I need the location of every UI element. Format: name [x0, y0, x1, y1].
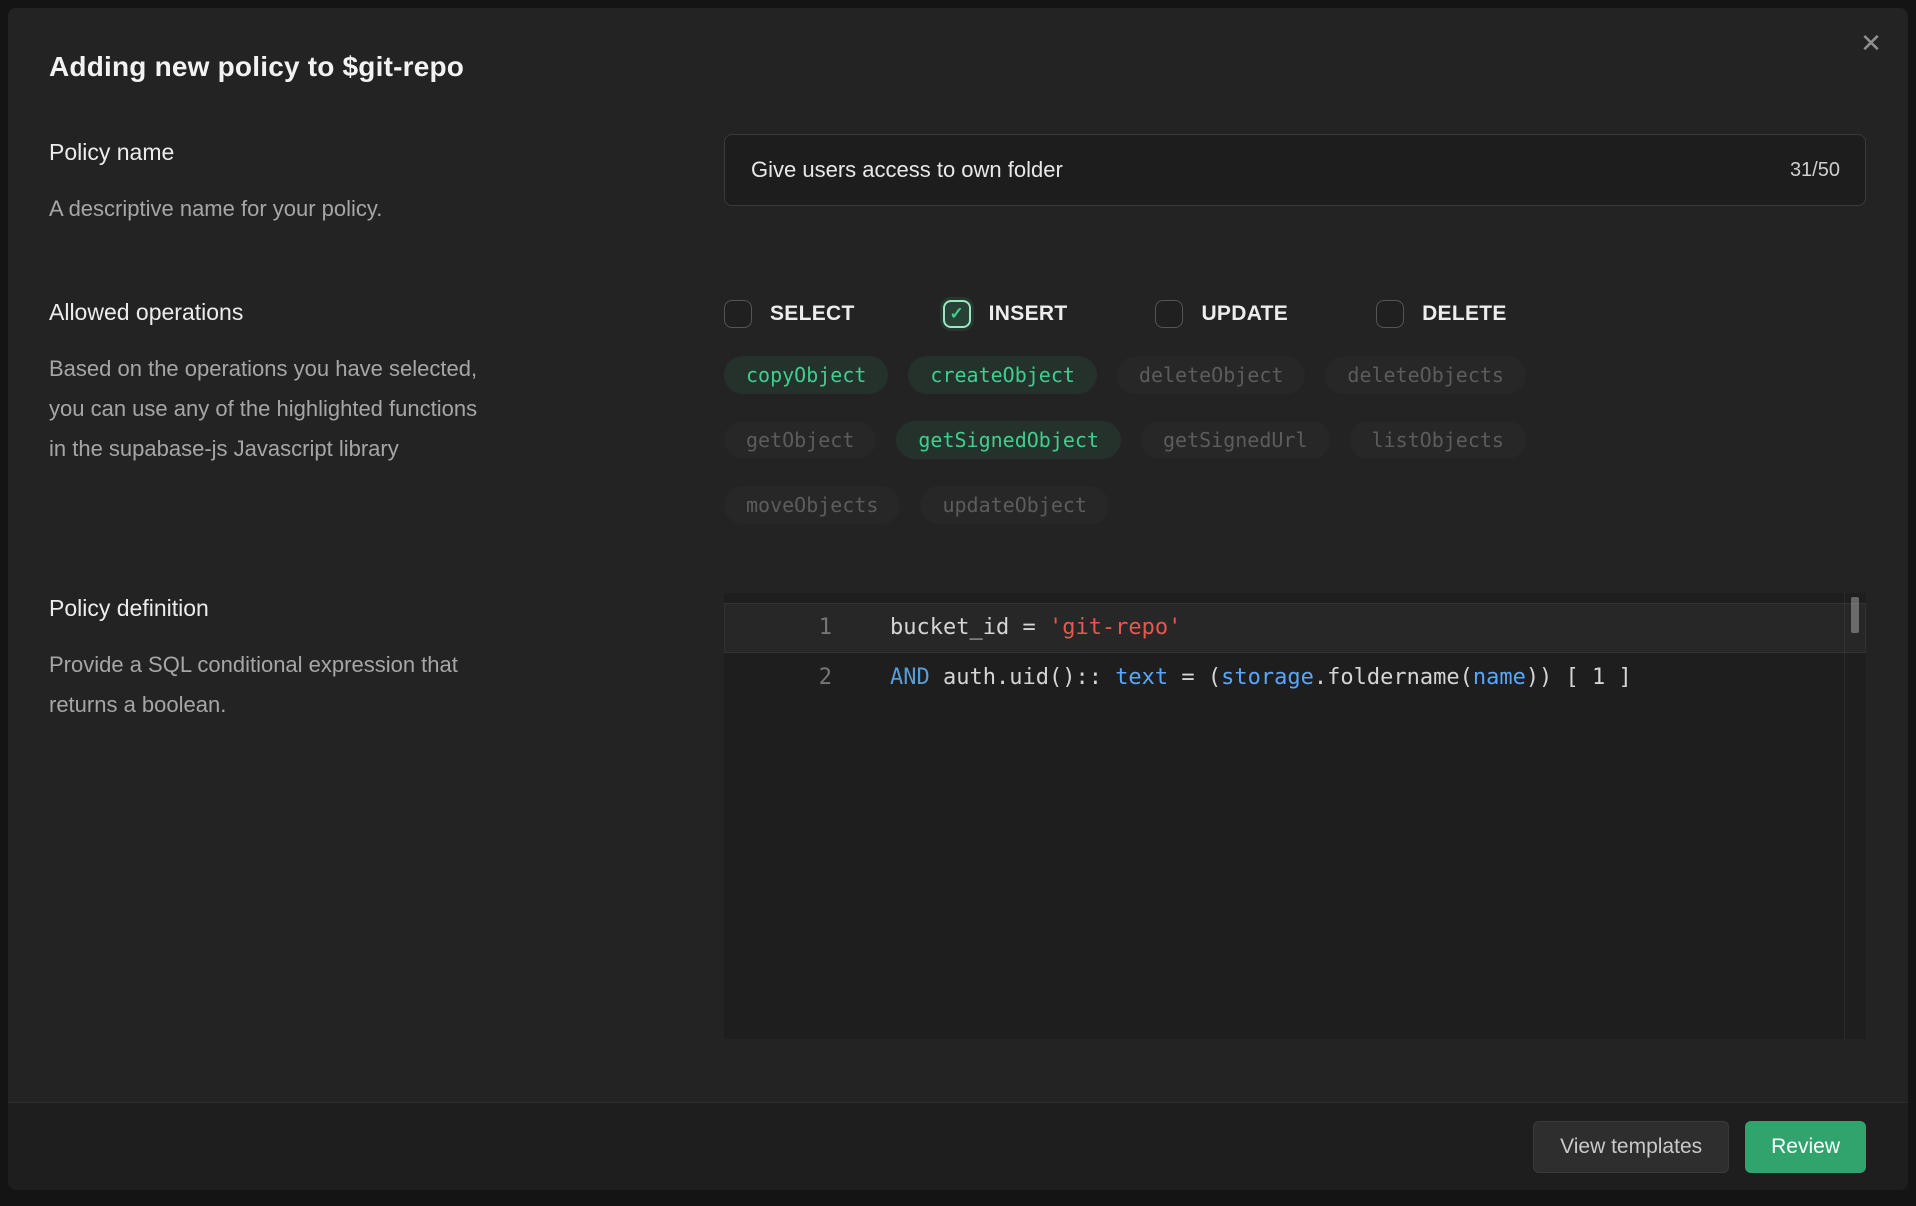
policy-name-label: Policy name: [49, 137, 549, 167]
policy-definition-editor[interactable]: 1 bucket_id = 'git-repo'2 AND auth.uid()::…: [724, 593, 1866, 1039]
allowed-operations-description: Based on the operations you have selecte…: [49, 349, 549, 469]
checkbox-icon[interactable]: [1376, 300, 1404, 328]
function-pill: updateObject: [920, 486, 1109, 524]
dialog-title: Adding new policy to $git-repo: [49, 50, 464, 84]
line-number: 2: [724, 653, 832, 703]
pill-row: moveObjects updateObject: [724, 486, 1526, 524]
policy-definition-description: Provide a SQL conditional expression tha…: [49, 645, 549, 725]
function-pill: getSignedObject: [896, 421, 1121, 459]
operation-option-insert[interactable]: INSERT: [943, 300, 1068, 328]
operation-option-update[interactable]: UPDATE: [1155, 300, 1288, 328]
close-icon[interactable]: ✕: [1852, 24, 1890, 62]
operation-label: DELETE: [1422, 302, 1507, 326]
allowed-operations-label: Allowed operations: [49, 297, 549, 327]
function-pill: getObject: [724, 421, 876, 459]
pill-row: copyObject createObject deleteObject del…: [724, 356, 1526, 394]
operation-option-select[interactable]: SELECT: [724, 300, 855, 328]
line-number: 1: [724, 603, 832, 653]
policy-name-input-wrap: 31/50: [724, 134, 1866, 206]
code-content: AND auth.uid():: text = (storage.foldern…: [890, 653, 1632, 703]
operation-label: UPDATE: [1201, 302, 1288, 326]
allowed-operations-section: Allowed operations Based on the operatio…: [49, 297, 549, 469]
policy-definition-label: Policy definition: [49, 593, 549, 623]
function-pill: moveObjects: [724, 486, 900, 524]
function-pill: deleteObject: [1117, 356, 1306, 394]
checkbox-checked-icon[interactable]: [943, 300, 971, 328]
function-pill: createObject: [908, 356, 1097, 394]
dialog-footer: View templates Review: [8, 1102, 1908, 1190]
operation-label: INSERT: [989, 302, 1068, 326]
policy-name-input[interactable]: [724, 134, 1866, 206]
editor-scrollbar[interactable]: [1844, 593, 1866, 1039]
checkbox-icon[interactable]: [724, 300, 752, 328]
char-counter: 31/50: [1790, 134, 1840, 206]
operation-label: SELECT: [770, 302, 855, 326]
operations-checkbox-row: SELECT INSERT UPDATE DELETE: [724, 300, 1507, 328]
checkbox-icon[interactable]: [1155, 300, 1183, 328]
policy-definition-section: Policy definition Provide a SQL conditio…: [49, 593, 549, 725]
policy-name-description: A descriptive name for your policy.: [49, 189, 549, 229]
function-pill: deleteObjects: [1325, 356, 1526, 394]
editor-scrollbar-thumb[interactable]: [1851, 597, 1859, 633]
code-line[interactable]: 1 bucket_id = 'git-repo': [724, 603, 1866, 653]
function-pill: getSignedUrl: [1141, 421, 1330, 459]
code-content: bucket_id = 'git-repo': [890, 603, 1181, 653]
function-pill: copyObject: [724, 356, 888, 394]
view-templates-button[interactable]: View templates: [1533, 1121, 1729, 1173]
pill-row: getObject getSignedObject getSignedUrl l…: [724, 421, 1526, 459]
review-button[interactable]: Review: [1745, 1121, 1866, 1173]
operation-option-delete[interactable]: DELETE: [1376, 300, 1507, 328]
code-line[interactable]: 2 AND auth.uid():: text = (storage.folder…: [724, 653, 1866, 703]
code-lines: 1 bucket_id = 'git-repo'2 AND auth.uid()::…: [724, 593, 1866, 703]
policy-name-section: Policy name A descriptive name for your …: [49, 137, 549, 229]
add-policy-dialog: Adding new policy to $git-repo ✕ Policy …: [8, 8, 1908, 1190]
function-pill: listObjects: [1350, 421, 1526, 459]
function-pills: copyObject createObject deleteObject del…: [724, 356, 1526, 524]
